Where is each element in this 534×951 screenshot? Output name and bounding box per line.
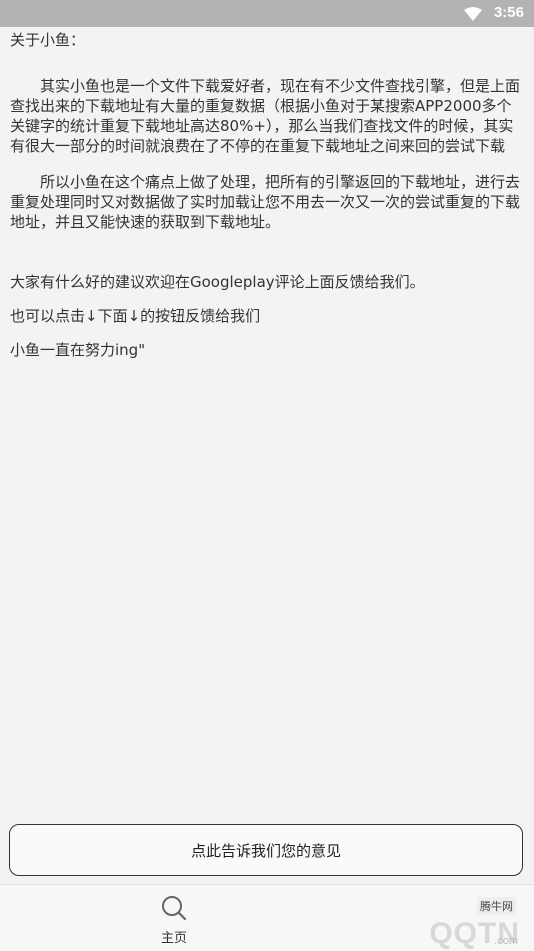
about-line-closing: 小鱼一直在努力ing" — [10, 341, 146, 359]
about-line-button-hint: 也可以点击↓下面↓的按钮反馈给我们 — [10, 307, 261, 325]
feedback-button[interactable]: 点此告诉我们您的意见 — [9, 824, 523, 876]
status-bar: 3:56 — [0, 0, 534, 27]
wifi-icon — [464, 6, 482, 25]
about-paragraph-1: 其实小鱼也是一个文件下载爱好者，现在有不少文件查找引擎，但是上面查找出来的下载地… — [10, 77, 521, 155]
watermark-logo: 腾牛网 QQTN .com — [328, 893, 528, 950]
about-line-googleplay: 大家有什么好的建议欢迎在Googleplay评论上面反馈给我们。 — [10, 273, 425, 291]
about-content: 关于小鱼： 其实小鱼也是一个文件下载爱好者，现在有不少文件查找引擎，但是上面查找… — [10, 30, 522, 360]
watermark-small: 腾牛网 — [477, 897, 516, 915]
about-title: 关于小鱼： — [10, 31, 86, 49]
watermark-sub: .com — [494, 935, 518, 947]
status-time: 3:56 — [493, 4, 524, 21]
tab-home[interactable]: 主页 — [148, 895, 200, 946]
about-paragraph-2: 所以小鱼在这个痛点上做了处理，把所有的引擎返回的下载地址，进行去重复处理同时又对… — [10, 173, 521, 231]
bottom-nav: 主页 腾牛网 QQTN .com — [0, 884, 534, 950]
search-icon — [161, 896, 187, 925]
tab-home-label: 主页 — [160, 931, 187, 946]
